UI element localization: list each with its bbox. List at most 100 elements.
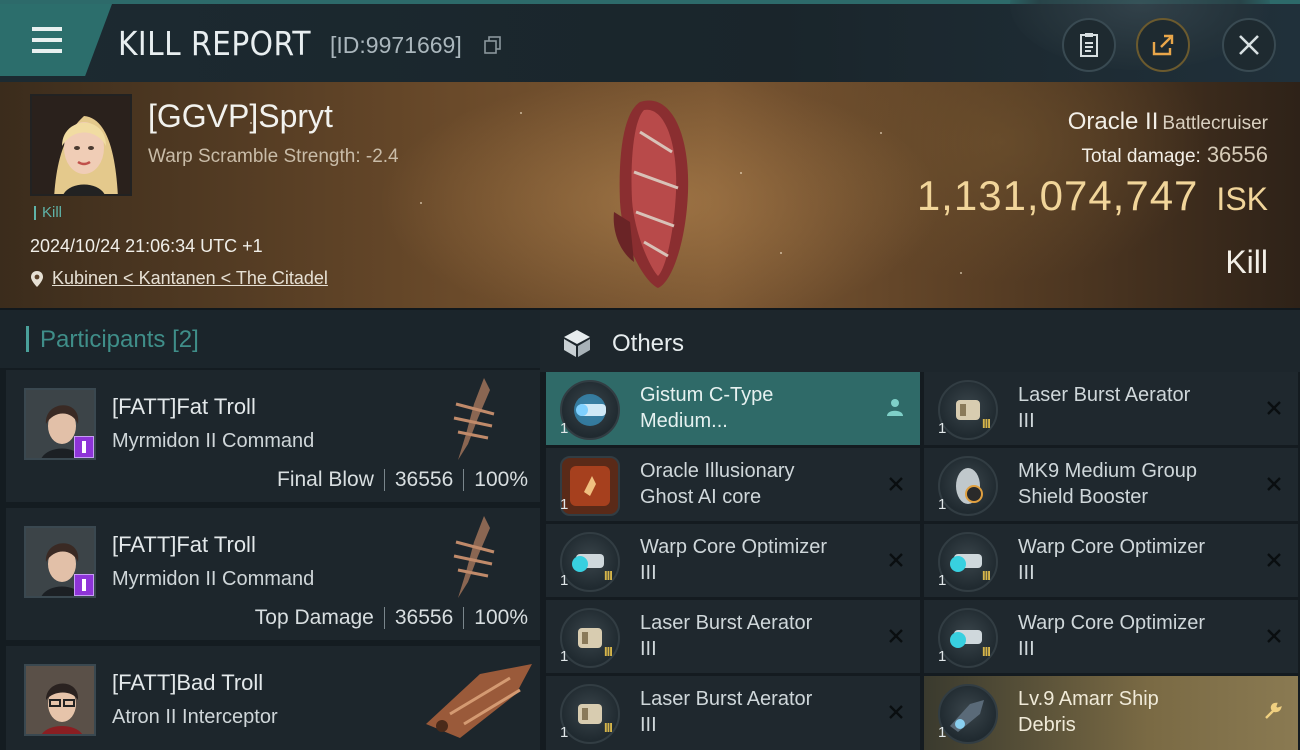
victim-avatar[interactable]	[30, 94, 132, 196]
item-quantity: 1	[938, 648, 947, 665]
participant-ship-image	[426, 664, 532, 738]
participant-ship: Atron II Interceptor	[112, 706, 278, 728]
total-damage-label: Total damage:	[1081, 146, 1201, 167]
close-button[interactable]	[1222, 18, 1276, 72]
item-quantity: 1	[938, 724, 947, 741]
close-icon[interactable]	[1264, 474, 1284, 494]
participant-ship-image	[453, 516, 495, 598]
participant-damage: 36556	[394, 606, 454, 629]
kill-timestamp: 2024/10/24 21:06:34 UTC +1	[30, 236, 263, 256]
participant-row[interactable]: [FATT]Fat Troll Myrmidon II Command Top …	[6, 508, 540, 640]
share-button[interactable]	[1136, 18, 1190, 72]
participant-row[interactable]: [FATT]Fat Troll Myrmidon II Command Fina…	[6, 370, 540, 502]
report-id: [ID:9971669]	[330, 32, 462, 58]
participants-header: Participants [2]	[0, 310, 540, 368]
item-icon	[560, 380, 620, 440]
item-name: Laser Burst Aerator III	[640, 688, 813, 736]
location-pin-icon	[31, 270, 43, 287]
close-icon[interactable]	[1264, 626, 1284, 646]
participant-rank-badge	[74, 436, 94, 458]
close-icon[interactable]	[886, 702, 906, 722]
location-link[interactable]: Kubinen < Kantanen < The Citadel	[52, 268, 328, 289]
loot-item[interactable]: 1 Gistum C-Type Medium...	[546, 372, 920, 445]
participants-title: Participants [2]	[40, 326, 199, 354]
close-icon[interactable]	[1264, 398, 1284, 418]
others-header: Others	[540, 310, 1300, 372]
item-icon	[560, 456, 620, 516]
participant-ship: Myrmidon II Command	[112, 430, 315, 452]
participant-name[interactable]: [FATT]Fat Troll	[112, 532, 256, 558]
person-icon[interactable]	[884, 396, 906, 418]
clipboard-button[interactable]	[1062, 18, 1116, 72]
item-name: Lv.9 Amarr Ship Debris	[1018, 688, 1159, 736]
item-quantity: 1	[938, 572, 947, 589]
participant-name[interactable]: [FATT]Bad Troll	[112, 670, 263, 696]
participant-stats: Top Damage 36556 100%	[255, 606, 528, 630]
item-quantity: 1	[560, 420, 569, 437]
item-name: MK9 Medium Group Shield Booster	[1018, 460, 1197, 508]
item-name: Warp Core Optimizer III	[1018, 536, 1206, 584]
item-icon	[938, 532, 998, 592]
close-icon[interactable]	[886, 474, 906, 494]
participants-accent-bar	[26, 326, 29, 352]
item-name: Laser Burst Aerator III	[640, 612, 813, 660]
participants-count: [2]	[172, 326, 199, 353]
participant-stats: Final Blow 36556 100%	[277, 468, 528, 492]
item-tier: III	[604, 720, 613, 735]
close-icon[interactable]	[886, 626, 906, 646]
loot-item[interactable]: III 1 Warp Core Optimizer III	[924, 600, 1298, 673]
item-name: Gistum C-Type Medium...	[640, 384, 774, 432]
close-icon	[1239, 35, 1259, 55]
wrench-icon[interactable]	[1262, 700, 1284, 722]
kill-location[interactable]: Kubinen < Kantanen < The Citadel	[30, 268, 328, 289]
kill-tag: Kill	[34, 205, 62, 220]
participant-role: Final Blow	[277, 468, 374, 491]
victim-ship: Oracle II Battlecruiser	[1068, 108, 1268, 136]
loot-item[interactable]: 1 Oracle Illusionary Ghost AI core	[546, 448, 920, 521]
participant-damage: 36556	[394, 468, 454, 491]
close-icon[interactable]	[886, 550, 906, 570]
others-title: Others	[612, 330, 685, 357]
top-bar: KILL REPORT [ID:9971669]	[0, 0, 1300, 82]
participant-percent: 100%	[474, 468, 528, 491]
victim-pilot-name[interactable]: [GGVP]Spryt	[148, 98, 333, 135]
close-icon[interactable]	[1264, 550, 1284, 570]
participant-ship: Myrmidon II Command	[112, 568, 315, 590]
loot-item[interactable]: III 1 Laser Burst Aerator III	[546, 600, 920, 673]
victim-ship-image	[613, 100, 689, 288]
participant-name[interactable]: [FATT]Fat Troll	[112, 394, 256, 420]
menu-button[interactable]	[0, 4, 112, 76]
cube-icon	[564, 330, 590, 357]
item-tier: III	[604, 644, 613, 659]
item-icon	[560, 684, 620, 744]
loot-item[interactable]: III 1 Warp Core Optimizer III	[924, 524, 1298, 597]
share-icon	[1152, 34, 1174, 56]
item-name: Warp Core Optimizer III	[640, 536, 828, 584]
item-tier: III	[982, 416, 991, 431]
participant-percent: 100%	[474, 606, 528, 629]
loot-item[interactable]: III 1 Laser Burst Aerator III	[924, 372, 1298, 445]
copy-icon[interactable]	[484, 36, 502, 54]
loot-item[interactable]: 1 MK9 Medium Group Shield Booster	[924, 448, 1298, 521]
item-quantity: 1	[560, 724, 569, 741]
item-icon	[560, 608, 620, 668]
item-quantity: 1	[938, 420, 947, 437]
item-quantity: 1	[560, 572, 569, 589]
item-quantity: 1	[560, 496, 569, 513]
loot-item[interactable]: 1 Lv.9 Amarr Ship Debris	[924, 676, 1298, 750]
participant-avatar[interactable]	[24, 664, 96, 736]
item-icon	[938, 684, 998, 744]
item-icon	[938, 380, 998, 440]
item-icon	[560, 532, 620, 592]
participant-ship-image	[453, 378, 495, 460]
loot-item[interactable]: III 1 Laser Burst Aerator III	[546, 676, 920, 750]
isk-unit: ISK	[1216, 181, 1268, 217]
item-name: Oracle Illusionary Ghost AI core	[640, 460, 795, 508]
participants-panel: Participants [2] [FATT]Fat Troll Myrmido…	[0, 310, 540, 750]
item-tier: III	[982, 568, 991, 583]
participant-row[interactable]: [FATT]Bad Troll Atron II Interceptor	[6, 646, 540, 750]
loot-item[interactable]: III 1 Warp Core Optimizer III	[546, 524, 920, 597]
participant-role: Top Damage	[254, 606, 374, 629]
others-panel: Others 1 Gistum C-Type Medium... 1 Oracle…	[540, 310, 1300, 750]
hamburger-menu-icon	[26, 27, 62, 53]
